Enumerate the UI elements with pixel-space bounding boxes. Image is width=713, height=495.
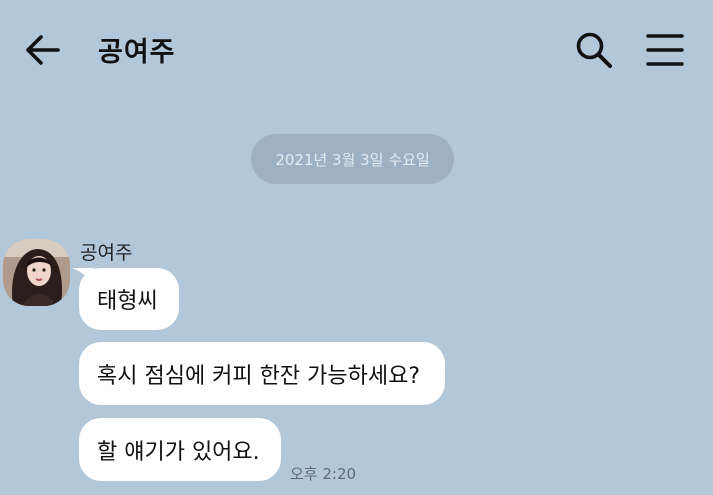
menu-button[interactable]: [645, 32, 685, 68]
message-bubble[interactable]: 할 얘기가 있어요.: [79, 418, 281, 481]
avatar[interactable]: [3, 239, 70, 306]
search-icon: [576, 32, 612, 68]
message-timestamp: 오후 2:20: [290, 465, 357, 483]
search-button[interactable]: [574, 30, 614, 70]
message-text: 혹시 점심에 커피 한잔 가능하세요?: [97, 363, 421, 389]
arrow-left-icon: [26, 35, 60, 65]
hamburger-menu-icon: [646, 34, 684, 66]
sender-name: 공여주: [80, 242, 133, 264]
back-button[interactable]: [24, 32, 62, 68]
message-bubble[interactable]: 혹시 점심에 커피 한잔 가능하세요?: [79, 342, 445, 405]
date-divider: 2021년 3월 3일 수요일: [251, 134, 454, 184]
chat-title: 공여주: [98, 37, 176, 68]
message-bubble[interactable]: 태형씨: [79, 268, 179, 330]
chat-header: 공여주: [0, 0, 713, 100]
message-text: 태형씨: [97, 289, 158, 314]
message-text: 할 얘기가 있어요.: [97, 439, 260, 465]
